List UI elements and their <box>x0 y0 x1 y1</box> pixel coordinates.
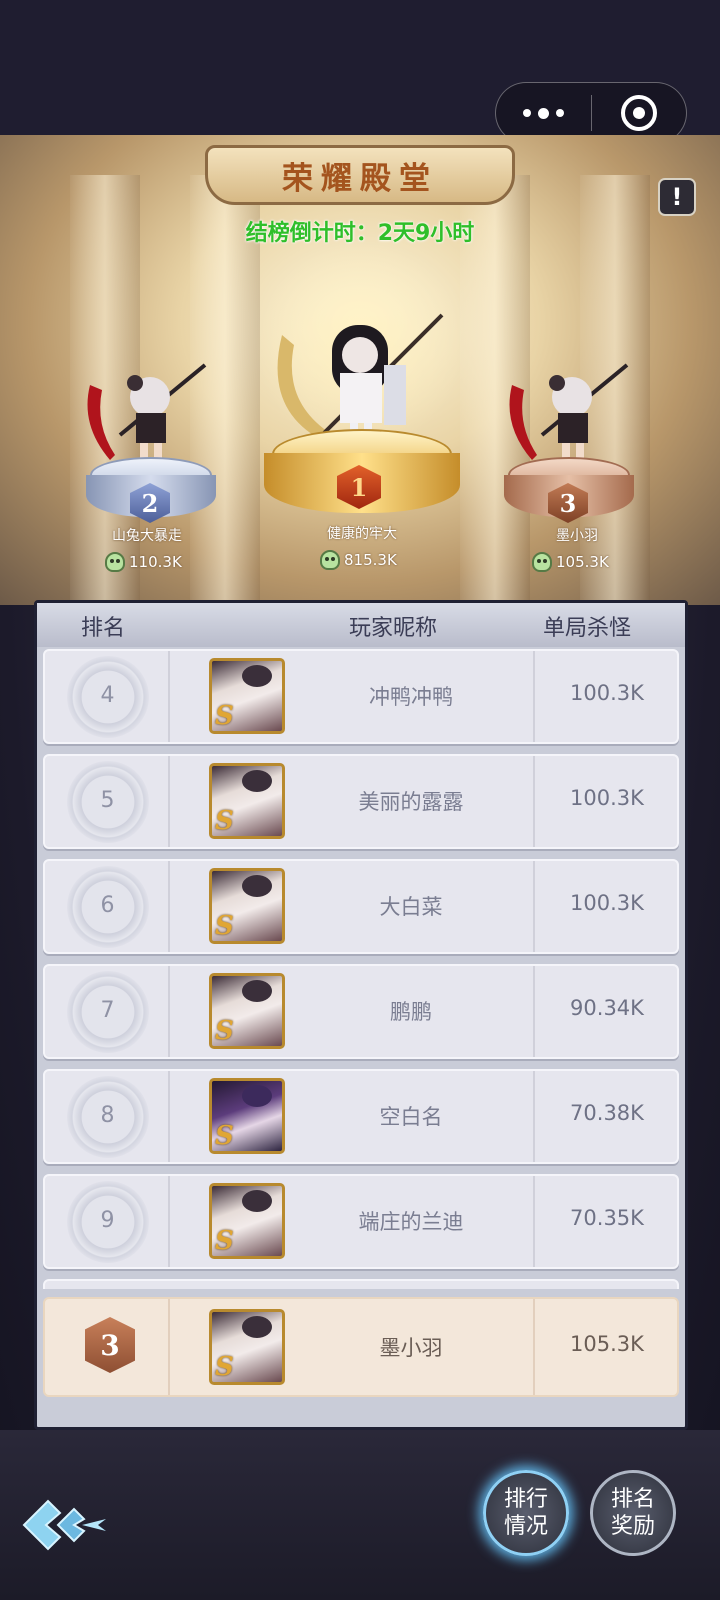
player-score: 100.3K <box>570 786 644 810</box>
table-row-partial[interactable] <box>43 1279 679 1289</box>
hall-of-fame: 荣耀殿堂 ! 结榜倒计时：2天9小时 2 山兔大暴走 110.3K 1 健康的牢… <box>0 135 720 605</box>
ranking-reward-label: 排名 奖励 <box>610 1487 655 1539</box>
rank-cell: 5 <box>45 756 170 847</box>
player-score: 90.34K <box>570 996 644 1020</box>
leaderboard-panel: 排名 玩家昵称 单局杀怪 4 S 冲鸭冲鸭 100.3K 5 S 美丽的露露 1… <box>34 600 688 1430</box>
my-rank-row[interactable]: 3 S 墨小羽 105.3K <box>43 1297 679 1397</box>
rank-number: 8 <box>100 1103 115 1128</box>
podium-name-2: 山兔大暴走 <box>112 528 182 544</box>
player-avatar: S <box>209 1183 285 1259</box>
player-score: 100.3K <box>570 681 644 705</box>
player-name: 端庄的兰迪 <box>358 1210 464 1234</box>
my-rank-badge: 3 <box>85 1317 135 1373</box>
my-score: 105.3K <box>570 1332 644 1356</box>
close-mini-program-button[interactable] <box>592 83 686 143</box>
podium-score-value: 110.3K <box>129 553 182 571</box>
rank-number: 4 <box>100 683 115 708</box>
podium-score-2: 110.3K <box>105 552 225 572</box>
skull-icon <box>532 552 552 572</box>
rank-number: 7 <box>100 998 115 1023</box>
skull-icon <box>105 552 125 572</box>
skull-icon <box>320 550 340 570</box>
podium-rank-3[interactable]: 3 <box>500 355 640 525</box>
table-row[interactable]: 7 S 鹏鹏 90.34K <box>43 964 679 1059</box>
countdown-label: 结榜倒计时：2天9小时 <box>245 221 475 246</box>
app-root: 荣耀殿堂 ! 结榜倒计时：2天9小时 2 山兔大暴走 110.3K 1 健康的牢… <box>0 0 720 1600</box>
rank-cell: 4 <box>45 651 170 742</box>
rank-cell: 8 <box>45 1071 170 1162</box>
rank-number: 9 <box>100 1208 115 1233</box>
s-grade-mark: S <box>215 701 234 731</box>
rank-number: 6 <box>100 893 115 918</box>
my-avatar: S <box>209 1309 285 1385</box>
player-avatar: S <box>209 763 285 839</box>
player-name: 美丽的露露 <box>358 790 464 814</box>
rules-info-button[interactable]: ! <box>658 178 696 216</box>
ranking-reward-button[interactable]: 排名 奖励 <box>590 1470 676 1556</box>
player-name: 大白菜 <box>379 895 443 919</box>
s-grade-mark: S <box>215 1121 234 1151</box>
podium-score-1: 815.3K <box>320 550 440 570</box>
rank-cell: 6 <box>45 861 170 952</box>
s-grade-mark: S <box>215 1226 234 1256</box>
ranking-status-button[interactable]: 排行 情况 <box>483 1470 569 1556</box>
player-name: 冲鸭冲鸭 <box>369 685 453 709</box>
podium-score-value: 815.3K <box>344 551 397 569</box>
podium-rank-1[interactable]: 1 <box>262 305 462 525</box>
my-name: 墨小羽 <box>379 1336 443 1360</box>
rank-number: 5 <box>100 788 115 813</box>
title-banner: 荣耀殿堂 <box>205 145 515 205</box>
back-logo-icon[interactable] <box>20 1495 110 1555</box>
podium-name-3: 墨小羽 <box>556 528 598 544</box>
player-name: 空白名 <box>379 1105 443 1129</box>
s-grade-mark: S <box>215 1016 234 1046</box>
dot-icon <box>523 109 531 117</box>
table-row[interactable]: 8 S 空白名 70.38K <box>43 1069 679 1164</box>
rank-cell: 9 <box>45 1176 170 1267</box>
podium-score-value: 105.3K <box>556 553 609 571</box>
header-kills: 单局杀怪 <box>543 616 632 641</box>
leaderboard-list[interactable]: 4 S 冲鸭冲鸭 100.3K 5 S 美丽的露露 100.3K 6 S 大白菜… <box>43 649 679 1289</box>
table-row[interactable]: 5 S 美丽的露露 100.3K <box>43 754 679 849</box>
rank-cell: 3 <box>45 1299 170 1395</box>
table-row[interactable]: 9 S 端庄的兰迪 70.35K <box>43 1174 679 1269</box>
table-row[interactable]: 4 S 冲鸭冲鸭 100.3K <box>43 649 679 744</box>
dot-icon <box>556 109 564 117</box>
player-name: 鹏鹏 <box>390 1000 432 1024</box>
player-avatar: S <box>209 658 285 734</box>
ranking-status-label: 排行 情况 <box>503 1487 548 1539</box>
exclamation-icon: ! <box>671 183 683 211</box>
player-avatar: S <box>209 1078 285 1154</box>
countdown-text: 结榜倒计时：2天9小时 <box>0 215 720 247</box>
player-score: 70.35K <box>570 1206 644 1230</box>
podium-score-3: 105.3K <box>532 552 652 572</box>
page-title: 荣耀殿堂 <box>282 160 438 197</box>
dot-icon <box>538 107 549 119</box>
s-grade-mark: S <box>215 911 234 941</box>
more-menu-button[interactable] <box>496 83 591 143</box>
podium-name-1: 健康的牢大 <box>327 526 397 542</box>
target-icon <box>621 95 657 131</box>
player-score: 100.3K <box>570 891 644 915</box>
s-grade-mark: S <box>215 1352 234 1382</box>
player-avatar: S <box>209 973 285 1049</box>
player-score: 70.38K <box>570 1101 644 1125</box>
table-row[interactable]: 6 S 大白菜 100.3K <box>43 859 679 954</box>
table-header: 排名 玩家昵称 单局杀怪 <box>37 603 685 647</box>
header-player-name: 玩家昵称 <box>349 616 438 641</box>
rank-cell: 7 <box>45 966 170 1057</box>
player-avatar: S <box>209 868 285 944</box>
s-grade-mark: S <box>215 806 234 836</box>
podium-rank-2[interactable]: 2 <box>80 355 220 525</box>
header-rank: 排名 <box>81 616 126 641</box>
